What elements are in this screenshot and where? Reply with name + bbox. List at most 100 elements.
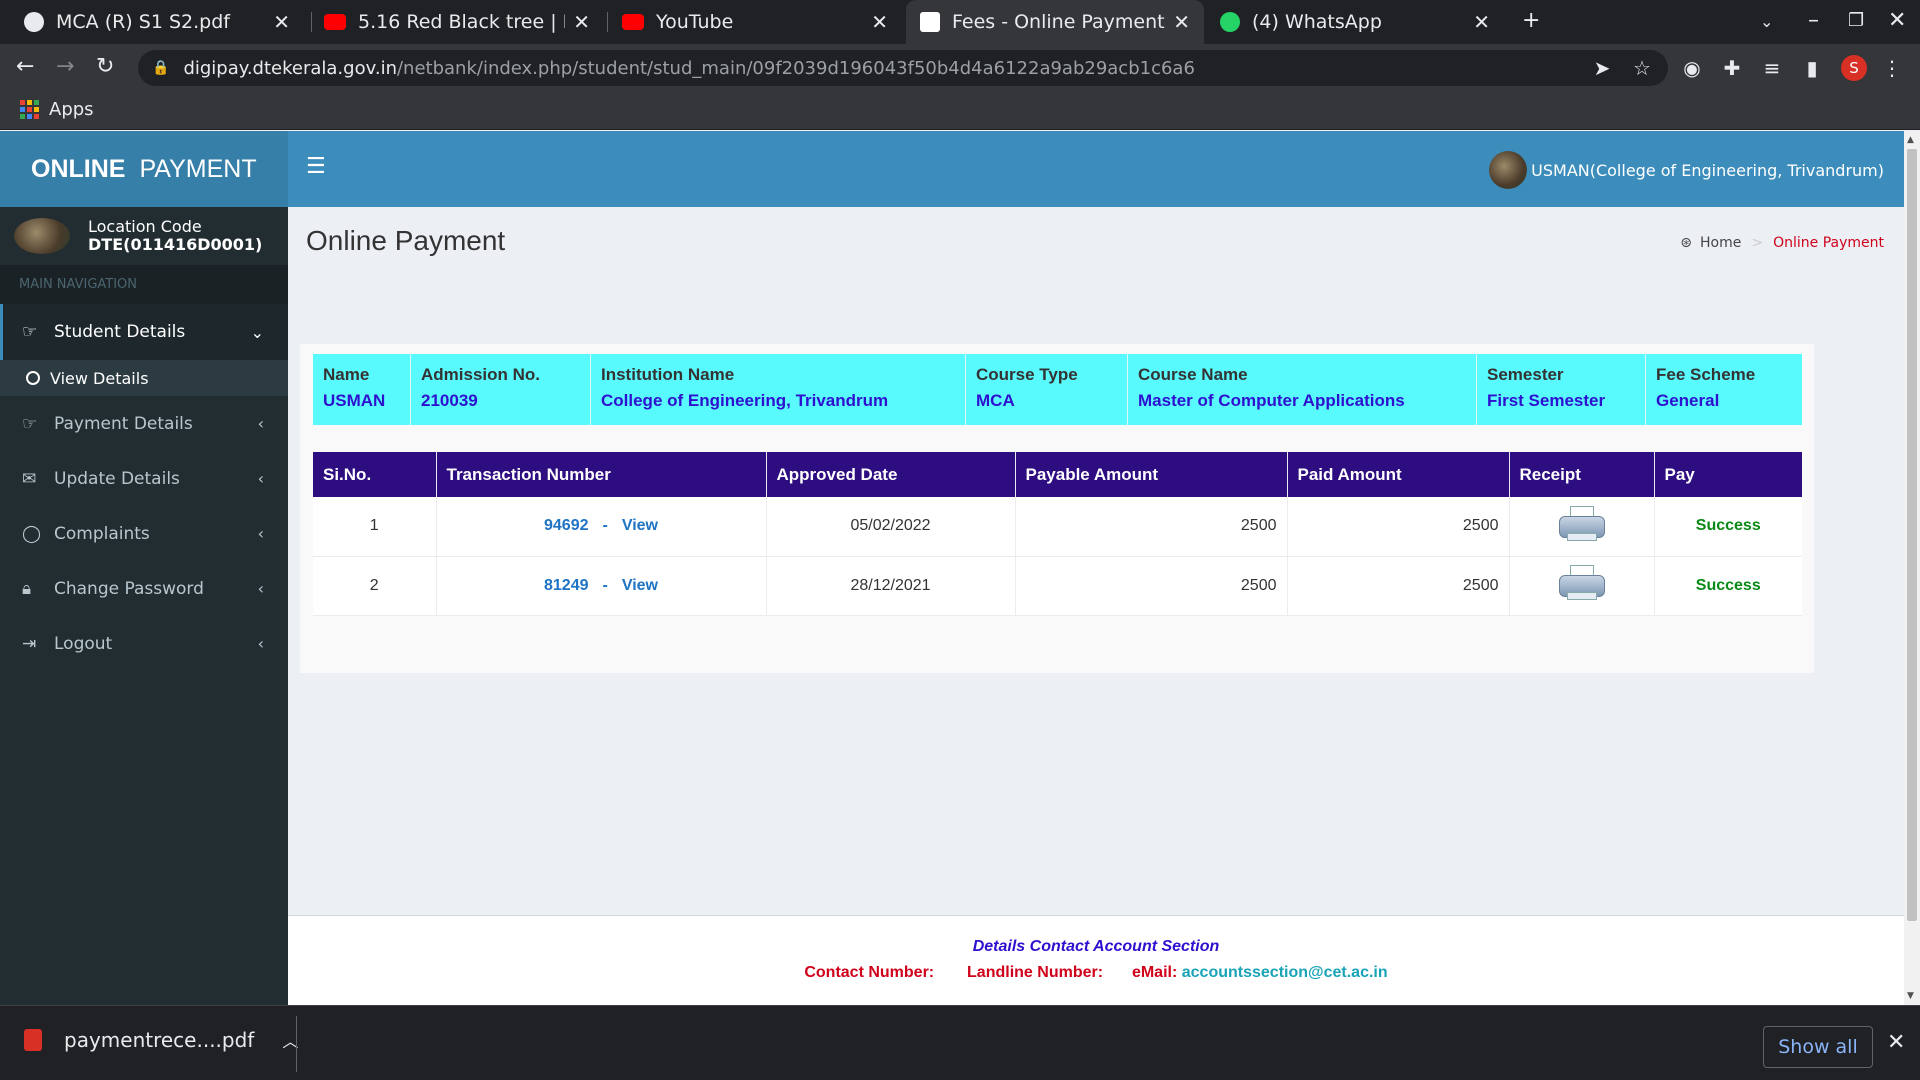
sidebar-item-complaints[interactable]: ◯ Complaints ‹ bbox=[0, 506, 288, 561]
close-tab-icon[interactable]: ✕ bbox=[1173, 10, 1190, 34]
table-row: 2 81249- View 28/12/2021 2500 2500 Succes… bbox=[313, 556, 1802, 616]
transaction-link[interactable]: 81249 bbox=[544, 577, 589, 594]
header-user-menu[interactable]: USMAN(College of Engineering, Trivandrum… bbox=[1489, 151, 1884, 189]
payment-box: Name USMAN Admission No. 210039 Institut… bbox=[300, 344, 1814, 673]
cell-status: Success bbox=[1654, 497, 1802, 557]
hand-point-icon: ☞ bbox=[22, 413, 38, 434]
address-bar[interactable]: 🔒 digipay.dtekerala.gov.in/netbank/index… bbox=[138, 50, 1668, 86]
sidebar: ONLINE PAYMENT Location Code DTE(011416D… bbox=[0, 131, 288, 1005]
download-item[interactable]: paymentrece....pdf ︿ bbox=[24, 1028, 298, 1052]
close-tab-icon[interactable]: ✕ bbox=[1473, 10, 1490, 34]
youtube-icon bbox=[324, 14, 346, 30]
logo-bold: ONLINE bbox=[31, 154, 126, 183]
scroll-up-icon[interactable]: ▲ bbox=[1907, 135, 1914, 145]
page-title: Online Payment bbox=[306, 225, 506, 256]
globe-icon bbox=[24, 12, 44, 32]
apps-grid-icon bbox=[20, 100, 39, 119]
url-host: digipay.dtekerala.gov.in bbox=[183, 57, 397, 79]
footer-title: Details Contact Account Section bbox=[972, 938, 1220, 955]
view-link[interactable]: View bbox=[622, 577, 658, 594]
sidebar-item-change-password[interactable]: 🔒︎ Change Password ‹ bbox=[0, 561, 288, 616]
printer-icon[interactable] bbox=[1558, 565, 1605, 601]
email-link[interactable]: accountssection@cet.ac.in bbox=[1182, 964, 1388, 981]
cell-paid: 2500 bbox=[1287, 556, 1510, 616]
browser-tab[interactable]: 5.16 Red Black tree | Intro ✕ bbox=[310, 0, 604, 44]
side-panel-icon[interactable]: ▮ bbox=[1800, 56, 1824, 80]
tab-title: MCA (R) S1 S2.pdf bbox=[56, 11, 230, 33]
apps-shortcut[interactable]: Apps bbox=[20, 99, 94, 120]
send-icon[interactable]: ➤ bbox=[1590, 56, 1614, 80]
table-header-row: Si.No. Transaction Number Approved Date … bbox=[313, 452, 1802, 497]
app-logo[interactable]: ONLINE PAYMENT bbox=[0, 131, 288, 207]
location-code: DTE(011416D0001) bbox=[88, 235, 263, 254]
menu-kebab-icon[interactable]: ⋮ bbox=[1880, 56, 1904, 80]
user-avatar bbox=[1489, 151, 1528, 189]
sidebar-item-label: Change Password bbox=[54, 578, 204, 599]
puzzle-icon[interactable]: ✚ bbox=[1720, 56, 1744, 80]
close-download-bar-icon[interactable]: ✕ bbox=[1887, 1030, 1905, 1055]
view-link[interactable]: View bbox=[622, 517, 658, 534]
restore-icon[interactable]: ❐ bbox=[1848, 10, 1864, 31]
col-header: Paid Amount bbox=[1287, 452, 1510, 497]
info-semester: Semester First Semester bbox=[1477, 354, 1646, 425]
col-header: Si.No. bbox=[313, 452, 437, 497]
main-content: Online Payment ⊛ Home > Online Payment N… bbox=[288, 207, 1904, 1005]
info-admission: Admission No. 210039 bbox=[411, 354, 591, 425]
browser-tab[interactable]: (4) WhatsApp ✕ bbox=[1206, 0, 1504, 44]
browser-tab-active[interactable]: Fees - Online Payment ✕ bbox=[906, 0, 1204, 44]
comment-icon: ◯ bbox=[22, 523, 42, 544]
cell-payable: 2500 bbox=[1015, 556, 1288, 616]
new-tab-icon[interactable]: + bbox=[1522, 8, 1540, 33]
cell-transaction: 81249- View bbox=[436, 556, 767, 616]
page-footer: Details Contact Account Section Contact … bbox=[288, 915, 1904, 1005]
back-icon[interactable]: ← bbox=[16, 54, 34, 79]
url-path: /netbank/index.php/student/stud_main/09f… bbox=[396, 57, 1195, 79]
sidebar-item-payment-details[interactable]: ☞ Payment Details ‹ bbox=[0, 396, 288, 451]
reload-icon[interactable]: ↻ bbox=[96, 54, 114, 79]
sidebar-item-logout[interactable]: ⇥ Logout ‹ bbox=[0, 616, 288, 671]
tab-search-icon[interactable]: ⌄ bbox=[1760, 12, 1773, 31]
sidebar-item-label: Payment Details bbox=[54, 413, 193, 434]
close-tab-icon[interactable]: ✕ bbox=[871, 10, 888, 34]
breadcrumb: ⊛ Home > Online Payment bbox=[1680, 235, 1884, 251]
transaction-link[interactable]: 94692 bbox=[544, 517, 589, 534]
minimize-icon[interactable]: – bbox=[1808, 8, 1819, 33]
breadcrumb-current: Online Payment bbox=[1773, 235, 1884, 251]
hamburger-menu-icon[interactable]: ☰ bbox=[306, 154, 326, 179]
sidebar-item-student-details[interactable]: ☞ Student Details ⌄ bbox=[0, 304, 288, 360]
site-icon bbox=[920, 12, 940, 32]
close-tab-icon[interactable]: ✕ bbox=[573, 10, 590, 34]
whatsapp-icon bbox=[1220, 12, 1240, 32]
scroll-down-icon[interactable]: ▼ bbox=[1907, 991, 1914, 1001]
chevron-left-icon: ‹ bbox=[257, 469, 264, 488]
hand-point-icon: ☞ bbox=[22, 322, 38, 342]
cell-paid: 2500 bbox=[1287, 497, 1510, 557]
sidebar-item-label: Logout bbox=[54, 633, 113, 654]
extension-icon[interactable]: ◉ bbox=[1680, 56, 1704, 80]
browser-tab[interactable]: MCA (R) S1 S2.pdf ✕ bbox=[10, 0, 304, 44]
tab-title: Fees - Online Payment bbox=[952, 11, 1165, 33]
cell-status: Success bbox=[1654, 556, 1802, 616]
close-window-icon[interactable]: ✕ bbox=[1888, 8, 1906, 33]
profile-avatar[interactable]: S bbox=[1841, 55, 1867, 81]
scrollbar-thumb[interactable] bbox=[1907, 149, 1917, 921]
forward-icon[interactable]: → bbox=[56, 54, 74, 79]
sidebar-item-update-details[interactable]: ✉ Update Details ‹ bbox=[0, 451, 288, 506]
header-user-name: USMAN(College of Engineering, Trivandrum… bbox=[1531, 160, 1884, 180]
show-all-button[interactable]: Show all bbox=[1763, 1026, 1873, 1068]
download-filename: paymentrece....pdf bbox=[64, 1028, 255, 1052]
cell-sino: 2 bbox=[313, 556, 437, 616]
sidebar-subitem-view-details[interactable]: View Details bbox=[0, 360, 288, 396]
browser-tab[interactable]: YouTube ✕ bbox=[608, 0, 902, 44]
sidebar-item-label: Complaints bbox=[54, 523, 150, 544]
landline-label: Landline Number: bbox=[967, 964, 1104, 981]
bookmark-star-icon[interactable]: ☆ bbox=[1630, 56, 1654, 80]
breadcrumb-home[interactable]: Home bbox=[1700, 235, 1741, 251]
envelope-icon: ✉ bbox=[22, 468, 37, 489]
printer-icon[interactable] bbox=[1558, 505, 1605, 542]
apps-label: Apps bbox=[49, 99, 94, 120]
page-scrollbar[interactable]: ▲ ▼ bbox=[1904, 131, 1920, 1005]
close-tab-icon[interactable]: ✕ bbox=[273, 10, 290, 34]
media-icon[interactable]: ≡ bbox=[1760, 56, 1784, 80]
cell-date: 05/02/2022 bbox=[766, 497, 1016, 557]
